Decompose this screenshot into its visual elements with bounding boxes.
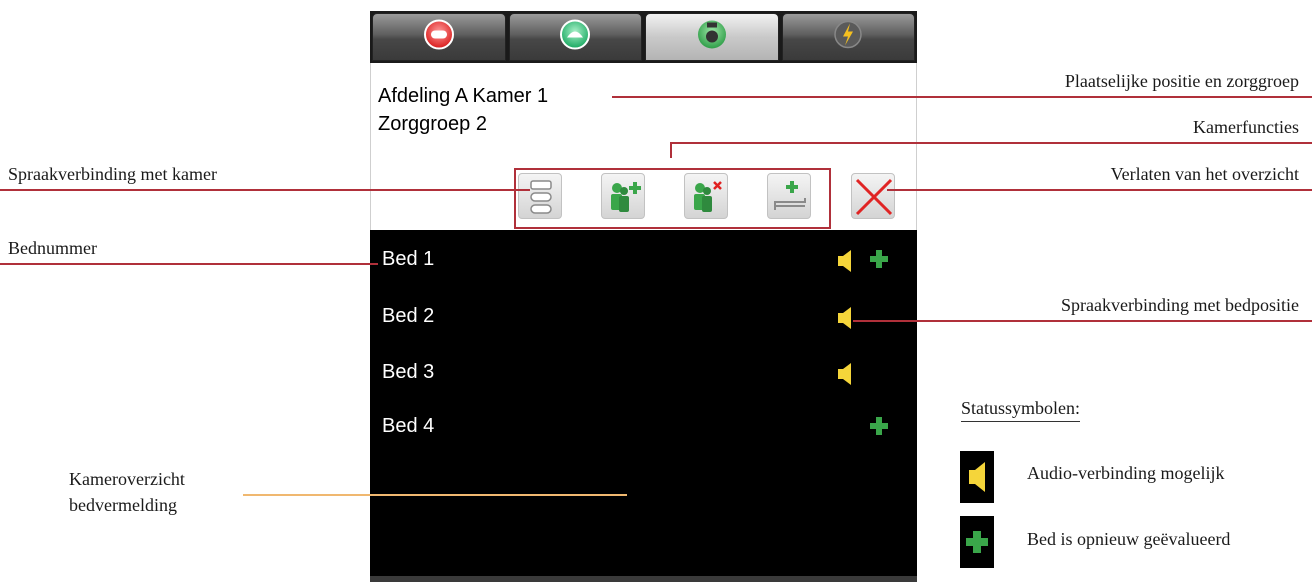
bed-label: Bed 4 bbox=[382, 415, 435, 437]
green-plus-icon bbox=[869, 416, 889, 441]
bed-intercom-annotation: Spraakverbinding met bedpositie bbox=[1061, 295, 1299, 315]
speaker-icon bbox=[967, 461, 987, 498]
bed-row-2[interactable]: Bed 2 bbox=[370, 293, 917, 341]
leave-annotation: Verlaten van het overzicht bbox=[1110, 164, 1299, 184]
speaker-icon bbox=[837, 249, 853, 278]
speaker-icon bbox=[837, 306, 853, 335]
tab-room-overview[interactable] bbox=[645, 13, 779, 61]
legend-title: Statussymbolen: bbox=[961, 398, 1081, 422]
room-intercom-annotation-line bbox=[0, 189, 530, 191]
care-group-label: Zorggroep 2 bbox=[378, 113, 487, 135]
room-header: Afdeling A Kamer 1 Zorggroep 2 bbox=[370, 63, 917, 230]
speaker-icon bbox=[837, 362, 853, 391]
location-annotation-line bbox=[612, 96, 1312, 98]
overview-annotation-line1: Kameroverzicht bbox=[69, 469, 185, 489]
location-annotation: Plaatselijke positie en zorggroep bbox=[1064, 71, 1299, 91]
overview-annotation-line2: bedvermelding bbox=[69, 495, 177, 515]
leave-annotation-line bbox=[887, 189, 1312, 191]
tab-presence[interactable] bbox=[508, 13, 642, 61]
legend-reassessed-text: Bed is opnieuw geëvalueerd bbox=[1027, 529, 1231, 549]
bottom-bar bbox=[370, 576, 917, 582]
staff-leave-button[interactable] bbox=[684, 173, 728, 219]
bed-reassess-button[interactable] bbox=[767, 173, 811, 219]
bed-list: Bed 1 Bed 2 Bed 3 Bed 4 bbox=[370, 230, 917, 576]
location-label: Afdeling A Kamer 1 bbox=[378, 85, 549, 107]
bed-intercom-annotation-line bbox=[853, 320, 1312, 322]
lightning-icon bbox=[831, 18, 865, 57]
green-plus-icon bbox=[965, 530, 989, 559]
room-intercom-button[interactable] bbox=[518, 173, 562, 219]
bed-label: Bed 3 bbox=[382, 361, 435, 383]
tab-alarm[interactable] bbox=[372, 13, 506, 61]
staff-present-button[interactable] bbox=[601, 173, 645, 219]
room-overview-icon bbox=[695, 18, 729, 57]
functions-annotation: Kamerfuncties bbox=[1193, 117, 1299, 137]
legend-reassessed-swatch bbox=[960, 516, 994, 568]
bed-row-1[interactable]: Bed 1 bbox=[370, 236, 917, 284]
bed-row-4[interactable]: Bed 4 bbox=[370, 403, 917, 451]
overview-annotation-line bbox=[243, 494, 627, 496]
legend-audio-text: Audio-verbinding mogelijk bbox=[1027, 463, 1225, 483]
green-plus-icon bbox=[869, 249, 889, 274]
room-intercom-annotation: Spraakverbinding met kamer bbox=[8, 164, 217, 184]
bed-number-annotation-line bbox=[0, 263, 378, 265]
tab-power[interactable] bbox=[781, 13, 915, 61]
functions-annotation-line bbox=[670, 142, 1312, 144]
bed-label: Bed 2 bbox=[382, 305, 435, 327]
functions-annotation-connector bbox=[670, 142, 672, 158]
close-overview-button[interactable] bbox=[851, 173, 895, 219]
legend-audio-swatch bbox=[960, 451, 994, 503]
bed-number-annotation: Bednummer bbox=[8, 238, 97, 258]
bed-row-3[interactable]: Bed 3 bbox=[370, 349, 917, 397]
green-presence-icon bbox=[558, 18, 592, 57]
red-alarm-icon bbox=[422, 18, 456, 57]
tab-bar bbox=[370, 11, 917, 63]
bed-label: Bed 1 bbox=[382, 248, 435, 270]
